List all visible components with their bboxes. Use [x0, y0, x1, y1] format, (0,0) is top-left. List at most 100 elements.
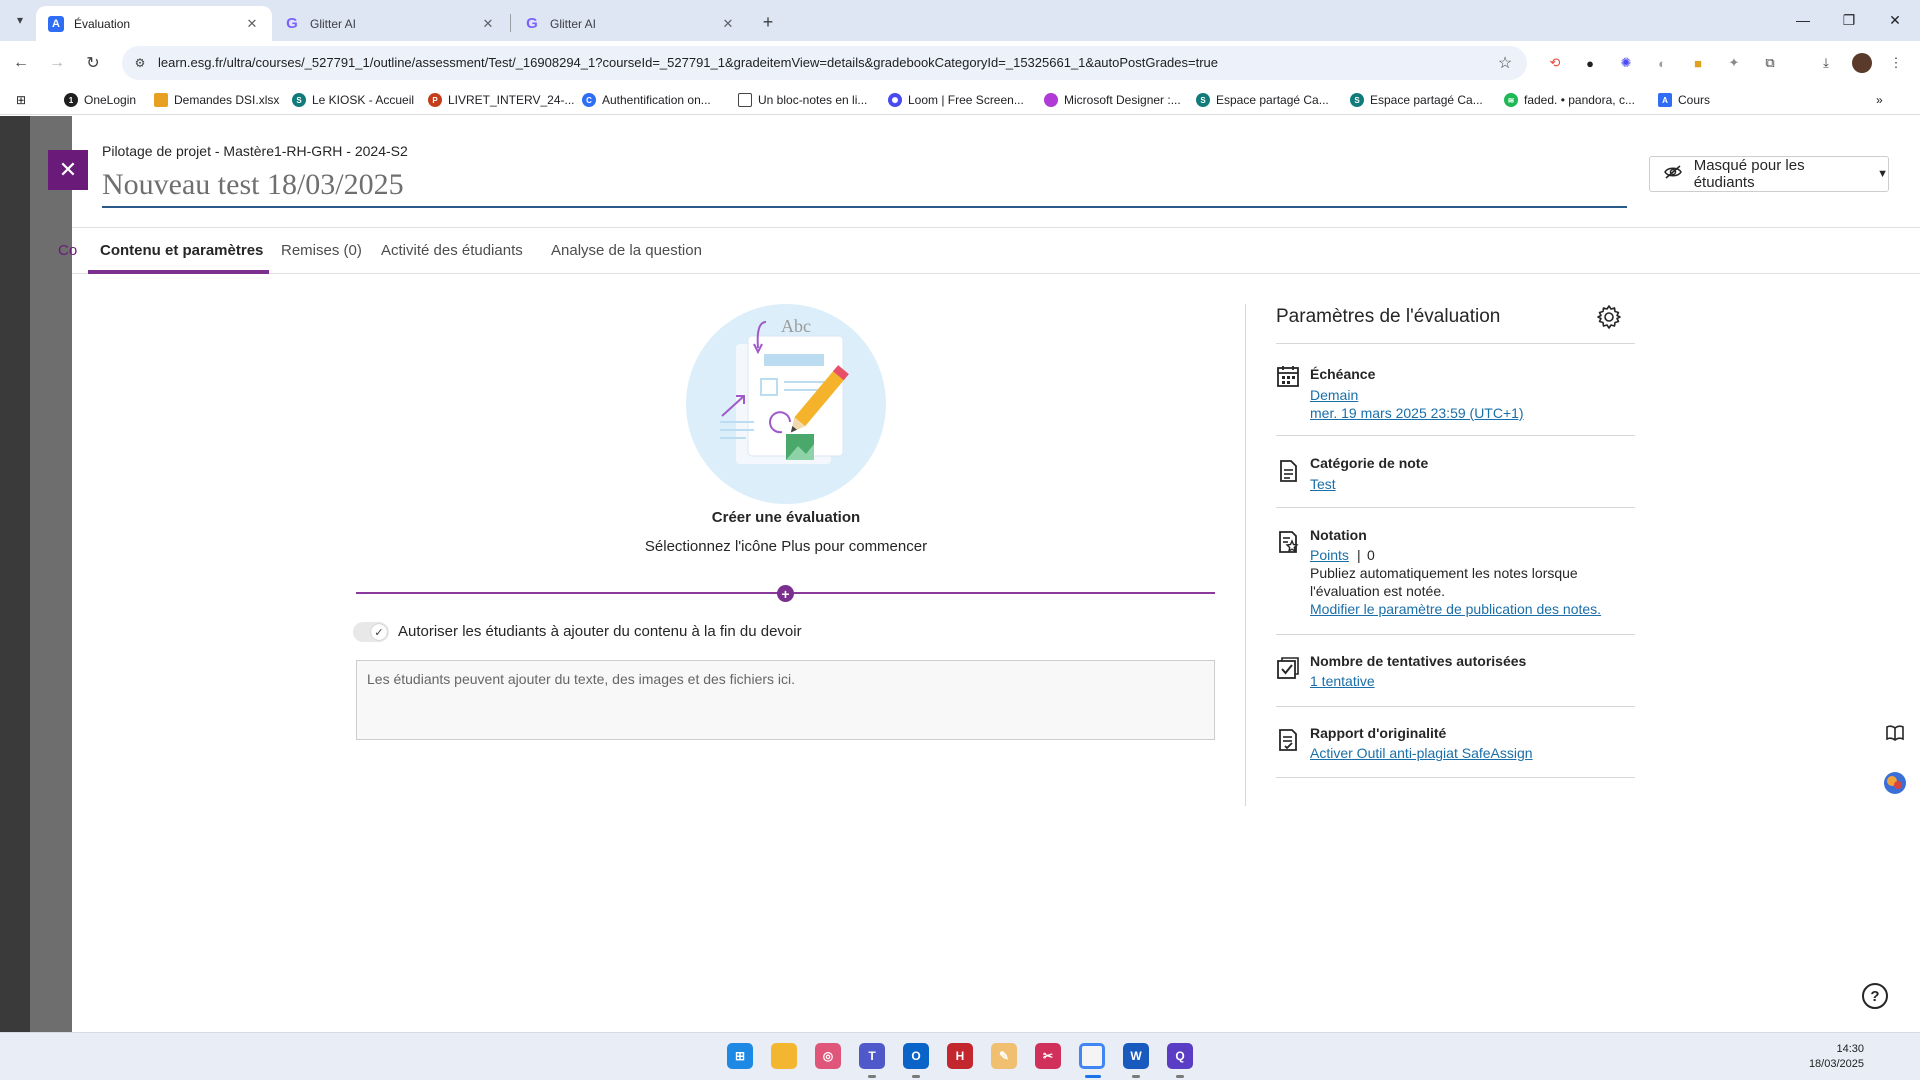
- back-icon[interactable]: ←: [8, 50, 34, 76]
- grading-max-points: 0: [1367, 547, 1375, 563]
- app-q-icon[interactable]: Q: [1167, 1043, 1193, 1069]
- close-panel-button[interactable]: ✕: [48, 150, 88, 190]
- running-indicator: [1132, 1075, 1140, 1078]
- paint-icon[interactable]: ✎: [991, 1043, 1017, 1069]
- close-tab-icon[interactable]: ✕: [720, 16, 736, 32]
- sharepoint-icon: S: [1350, 93, 1364, 107]
- restore-icon[interactable]: ❐: [1826, 6, 1872, 34]
- extension-puzzle-gray-icon[interactable]: ✦: [1724, 53, 1744, 73]
- bookmark-designer[interactable]: Microsoft Designer :...: [1044, 91, 1181, 109]
- profile-avatar[interactable]: [1852, 53, 1872, 73]
- address-bar[interactable]: ⚙ learn.esg.fr/ultra/courses/_527791_1/o…: [122, 46, 1527, 80]
- more-bookmarks-icon[interactable]: »: [1876, 91, 1883, 109]
- close-tab-icon[interactable]: ✕: [480, 16, 496, 32]
- bookmark-spotify[interactable]: ≋ faded. • pandora, c...: [1504, 91, 1635, 109]
- browser-tab-strip: ▾ A Évaluation ✕ G Glitter AI ✕ G Glitte…: [0, 0, 1920, 41]
- add-content-plus-icon[interactable]: +: [777, 585, 794, 602]
- extension-colored-icon[interactable]: ■: [1688, 53, 1708, 73]
- grading-separator: |: [1357, 547, 1361, 563]
- page-title-input[interactable]: Nouveau test 18/03/2025: [102, 166, 1627, 208]
- site-info-icon[interactable]: ⚙: [132, 55, 148, 71]
- bookmark-cours[interactable]: A Cours: [1658, 91, 1710, 109]
- modify-publish-link[interactable]: Modifier le paramètre de publication des…: [1310, 601, 1601, 617]
- book-icon[interactable]: [1880, 718, 1910, 748]
- browser-tab-glitter-2[interactable]: G Glitter AI ✕: [512, 6, 748, 41]
- download-icon[interactable]: ⤓: [1816, 53, 1836, 73]
- tab-search-button[interactable]: ▾: [8, 8, 32, 32]
- bookmark-livret[interactable]: P LIVRET_INTERV_24-...: [428, 91, 575, 109]
- checkmark-icon: ✓: [371, 624, 387, 640]
- student-content-textarea[interactable]: Les étudiants peuvent ajouter du texte, …: [356, 660, 1215, 740]
- sharepoint-icon: S: [292, 93, 306, 107]
- bookmark-kiosk[interactable]: S Le KIOSK - Accueil: [292, 91, 414, 109]
- blackboard-icon: A: [1658, 93, 1672, 107]
- extension-red-icon[interactable]: ⟲: [1545, 53, 1565, 73]
- extension-dark-icon[interactable]: ●: [1580, 53, 1600, 73]
- bookmark-loom[interactable]: ✺ Loom | Free Screen...: [888, 91, 1024, 109]
- running-indicator: [868, 1075, 876, 1078]
- due-date-relative-link[interactable]: Demain: [1310, 387, 1358, 403]
- clock-date: 18/03/2025: [1808, 1058, 1864, 1070]
- bookmark-onelogin[interactable]: 1 OneLogin: [64, 91, 136, 109]
- word-icon[interactable]: W: [1123, 1043, 1149, 1069]
- grade-category-link[interactable]: Test: [1310, 476, 1336, 492]
- allow-content-label: Autoriser les étudiants à ajouter du con…: [398, 623, 802, 640]
- bookmarks-bar: ⊞ 1 OneLogin Demandes DSI.xlsx S Le KIOSK …: [0, 85, 1920, 115]
- browser-tab-glitter-1[interactable]: G Glitter AI ✕: [272, 6, 508, 41]
- grading-type-link[interactable]: Points: [1310, 547, 1349, 563]
- visibility-label: Masqué pour les étudiants: [1693, 157, 1805, 191]
- tab-remises[interactable]: Remises (0): [281, 228, 362, 273]
- bookmark-espace-partage-2[interactable]: S Espace partagé Ca...: [1350, 91, 1483, 109]
- browser-tab-evaluation[interactable]: A Évaluation ✕: [36, 6, 272, 41]
- bookmark-star-icon[interactable]: ☆: [1495, 53, 1515, 73]
- due-date-link[interactable]: mer. 19 mars 2025 23:59 (UTC+1): [1310, 405, 1524, 421]
- attempts-link[interactable]: 1 tentative: [1310, 673, 1375, 689]
- tab-contenu-parametres[interactable]: Contenu et paramètres: [100, 228, 263, 273]
- bookmark-authentification[interactable]: C Authentification on...: [582, 91, 711, 109]
- bookmark-label: OneLogin: [84, 93, 137, 107]
- bookmark-espace-partage-1[interactable]: S Espace partagé Ca...: [1196, 91, 1329, 109]
- gear-icon[interactable]: [1596, 304, 1622, 330]
- bookmark-bloc-notes[interactable]: Un bloc-notes en li...: [738, 91, 867, 109]
- url-text[interactable]: learn.esg.fr/ultra/courses/_527791_1/out…: [158, 55, 1218, 70]
- system-clock[interactable]: 14:30 18/03/2025: [1809, 1042, 1864, 1072]
- bookmark-label: Le KIOSK - Accueil: [312, 93, 415, 107]
- powerpoint-icon: P: [428, 93, 442, 107]
- bookmark-demandes-dsi[interactable]: Demandes DSI.xlsx: [154, 91, 279, 109]
- attempts-label: Nombre de tentatives autorisées: [1310, 653, 1527, 669]
- close-window-icon[interactable]: ✕: [1872, 6, 1918, 34]
- browser-menu-icon[interactable]: ⋮: [1886, 53, 1906, 73]
- outlook-icon[interactable]: O: [903, 1043, 929, 1069]
- tab-analyse-question[interactable]: Analyse de la question: [551, 228, 702, 273]
- help-icon[interactable]: ?: [1862, 983, 1888, 1009]
- allow-content-toggle[interactable]: ✓: [353, 622, 389, 642]
- tab-activite-etudiants[interactable]: Activité des étudiants: [381, 228, 523, 273]
- extension-loom-icon[interactable]: ✺: [1616, 53, 1636, 73]
- creative-app-icon[interactable]: ◎: [815, 1043, 841, 1069]
- breadcrumb: Pilotage de projet - Mastère1-RH-GRH - 2…: [102, 143, 408, 159]
- assistant-globe-icon[interactable]: [1880, 768, 1910, 798]
- minimize-icon[interactable]: —: [1780, 6, 1826, 34]
- browser-toolbar: ← → ↻ ⚙ learn.esg.fr/ultra/courses/_5277…: [0, 41, 1920, 85]
- reload-icon[interactable]: ↻: [80, 50, 106, 76]
- clock-time: 14:30: [1836, 1043, 1864, 1055]
- bookmark-label: Microsoft Designer :...: [1064, 93, 1181, 107]
- file-explorer-icon[interactable]: [771, 1043, 797, 1069]
- apps-grid-icon[interactable]: ⊞: [16, 91, 26, 109]
- chrome-icon[interactable]: [1079, 1043, 1105, 1069]
- settings-title: Paramètres de l'évaluation: [1276, 306, 1501, 327]
- extensions-puzzle-icon[interactable]: ⧉: [1760, 53, 1780, 73]
- visibility-dropdown[interactable]: Masqué pour les étudiants ▼: [1649, 156, 1889, 192]
- forward-icon[interactable]: →: [44, 50, 70, 76]
- close-tab-icon[interactable]: ✕: [244, 16, 260, 32]
- app-h-icon[interactable]: H: [947, 1043, 973, 1069]
- bookmark-label: LIVRET_INTERV_24-...: [448, 93, 575, 107]
- extension-gray-icon[interactable]: ◐: [1652, 53, 1672, 73]
- document-icon: [1280, 460, 1297, 482]
- safeassign-link[interactable]: Activer Outil anti-plagiat SafeAssign: [1310, 745, 1533, 761]
- publish-grades-text-2: l'évaluation est notée.: [1310, 583, 1445, 599]
- snipping-tool-icon[interactable]: ✂: [1035, 1043, 1061, 1069]
- windows-start-icon[interactable]: ⊞: [727, 1043, 753, 1069]
- new-tab-button[interactable]: +: [756, 10, 780, 34]
- teams-icon[interactable]: T: [859, 1043, 885, 1069]
